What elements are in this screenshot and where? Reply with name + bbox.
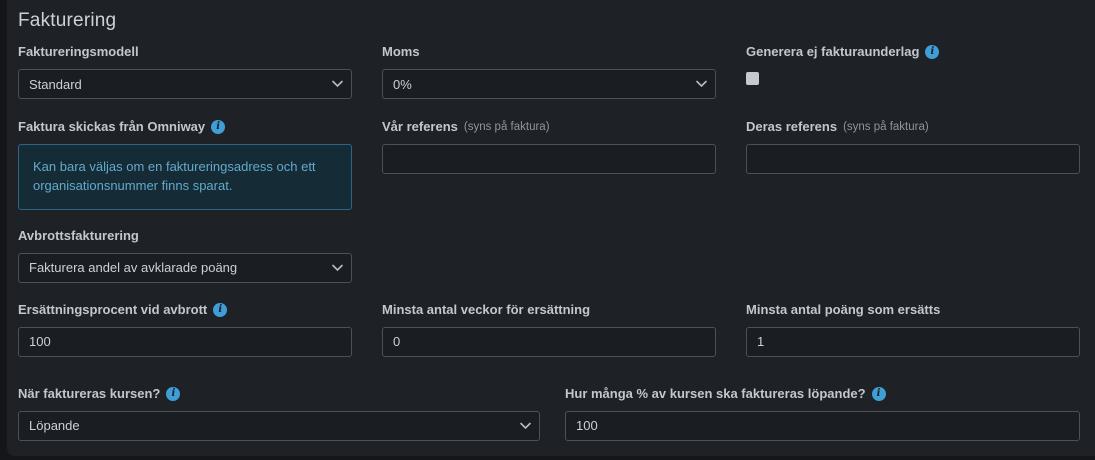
nar-faktureras-kursen-select[interactable]: Löpande xyxy=(18,410,540,441)
field-moms: Moms 0% xyxy=(382,44,716,99)
field-deras-referens: Deras referens (syns på faktura) xyxy=(746,119,1080,174)
page-title: Fakturering xyxy=(18,10,117,31)
var-referens-label: Vår referens (syns på faktura) xyxy=(382,119,550,134)
row-4: Ersättningsprocent vid avbrott i Minsta … xyxy=(18,302,1080,357)
info-icon[interactable]: i xyxy=(166,386,181,401)
deras-referens-suffix: (syns på faktura) xyxy=(843,121,929,133)
minsta-antal-veckor-input[interactable] xyxy=(382,326,716,357)
procent-lopande-label: Hur många % av kursen ska faktureras löp… xyxy=(565,386,1080,402)
field-faktureringsmodell: Faktureringsmodell Standard xyxy=(18,44,352,99)
info-box: Kan bara väljas om en faktureringsadress… xyxy=(18,144,352,210)
field-faktura-skickas-fran-omniway: Faktura skickas från Omniway i Kan bara … xyxy=(18,119,352,210)
field-avbrottsfakturering: Avbrottsfakturering Fakturera andel av a… xyxy=(18,228,352,283)
field-minsta-antal-poang: Minsta antal poäng som ersätts xyxy=(746,302,1080,357)
field-ersattningsprocent: Ersättningsprocent vid avbrott i xyxy=(18,302,352,357)
avbrottsfakturering-label: Avbrottsfakturering xyxy=(18,227,139,243)
minsta-antal-poang-input[interactable] xyxy=(746,326,1080,357)
row-1: Faktureringsmodell Standard Moms 0% Gene… xyxy=(18,44,1080,99)
field-generera-ej-fakturaunderlag: Generera ej fakturaunderlag i xyxy=(746,44,1080,85)
moms-label: Moms xyxy=(382,44,420,59)
ersattningsprocent-input[interactable] xyxy=(18,326,352,357)
info-icon[interactable]: i xyxy=(213,302,228,317)
info-icon[interactable]: i xyxy=(871,386,886,401)
procent-lopande-input[interactable] xyxy=(565,410,1080,441)
field-minsta-antal-veckor: Minsta antal veckor för ersättning xyxy=(382,302,716,357)
nar-faktureras-kursen-label: När faktureras kursen? i xyxy=(18,386,540,402)
deras-referens-input[interactable] xyxy=(746,144,1080,174)
deras-referens-label: Deras referens (syns på faktura) xyxy=(746,119,929,134)
faktureringsmodell-label: Faktureringsmodell xyxy=(18,44,139,59)
generera-ej-fakturaunderlag-checkbox[interactable] xyxy=(746,72,759,85)
info-icon[interactable]: i xyxy=(925,45,940,59)
faktura-skickas-fran-omniway-label: Faktura skickas från Omniway i xyxy=(18,119,352,135)
minsta-antal-poang-label: Minsta antal poäng som ersätts xyxy=(746,301,941,317)
row-2: Faktura skickas från Omniway i Kan bara … xyxy=(18,119,1080,210)
ersattningsprocent-label: Ersättningsprocent vid avbrott i xyxy=(18,302,352,318)
faktureringsmodell-select[interactable]: Standard xyxy=(18,69,352,99)
avbrottsfakturering-select[interactable]: Fakturera andel av avklarade poäng xyxy=(18,252,352,283)
field-var-referens: Vår referens (syns på faktura) xyxy=(382,119,716,174)
generera-ej-fakturaunderlag-label: Generera ej fakturaunderlag i xyxy=(746,44,1080,60)
var-referens-input[interactable] xyxy=(382,144,716,174)
var-referens-suffix: (syns på faktura) xyxy=(463,121,550,133)
fakturering-panel: Fakturering Faktureringsmodell Standard … xyxy=(7,0,1095,456)
minsta-antal-veckor-label: Minsta antal veckor för ersättning xyxy=(382,301,591,317)
field-nar-faktureras-kursen: När faktureras kursen? i Löpande xyxy=(18,386,540,441)
field-procent-lopande: Hur många % av kursen ska faktureras löp… xyxy=(565,386,1080,441)
row-5: När faktureras kursen? i Löpande Hur mån… xyxy=(18,386,1080,441)
moms-select[interactable]: 0% xyxy=(382,69,716,99)
info-icon[interactable]: i xyxy=(211,120,226,134)
row-3: Avbrottsfakturering Fakturera andel av a… xyxy=(18,228,1080,283)
